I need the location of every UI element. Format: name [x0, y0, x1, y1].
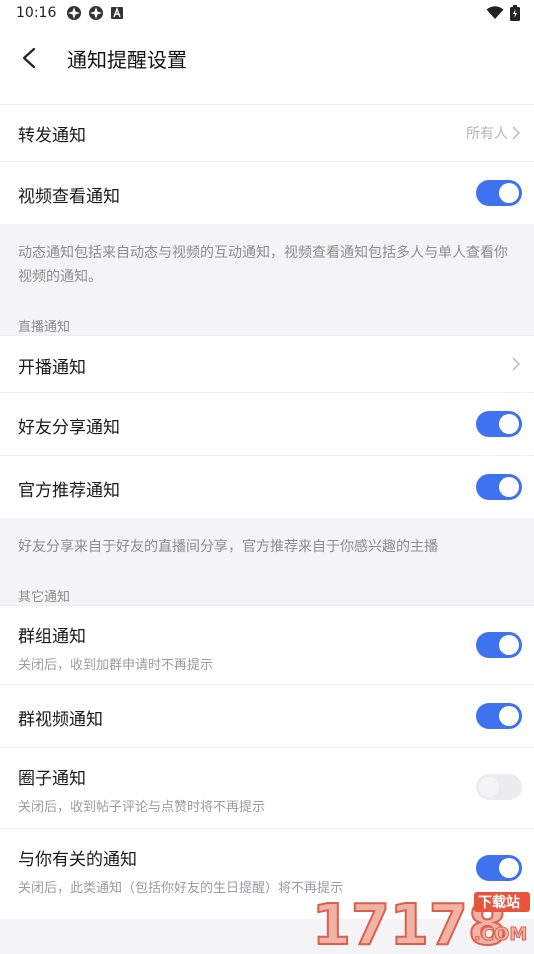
app-notification-icon: [67, 6, 81, 20]
watermark-logo: 17178 下载站 .COM: [311, 892, 530, 954]
toggle-switch[interactable]: [476, 180, 522, 206]
setting-label: 转发通知: [18, 126, 86, 146]
status-icons: [66, 5, 124, 21]
setting-label: 开播通知: [18, 358, 86, 378]
top-bar: 通知提醒设置: [0, 28, 534, 88]
setting-description: 关闭后，收到帖子评论与点赞时将不再提示: [18, 800, 266, 815]
setting-group-notification[interactable]: 群组通知 关闭后，收到加群申请时不再提示: [0, 605, 534, 684]
site-watermark: 17178 下载站 .COM: [306, 888, 534, 954]
battery-icon: [510, 5, 520, 21]
status-bar: 10:16: [0, 0, 534, 28]
setting-label: 好友分享通知: [18, 418, 120, 438]
group-note: 好友分享来自于好友的直播间分享，官方推荐来自于你感兴趣的主播: [0, 518, 534, 575]
setting-official-recommend-notification[interactable]: 官方推荐通知: [0, 455, 534, 518]
wifi-icon: [486, 6, 504, 19]
toggle-switch[interactable]: [476, 474, 522, 500]
watermark-domain: .COM: [474, 924, 527, 945]
setting-label: 圈子通知: [18, 769, 86, 789]
setting-label: 视频查看通知: [18, 187, 120, 207]
setting-forward-notification[interactable]: 转发通知 所有人: [0, 104, 534, 161]
watermark-badge: 下载站: [478, 894, 520, 911]
setting-label: 与你有关的通知: [18, 850, 137, 870]
system-icons: [486, 5, 520, 21]
toggle-switch[interactable]: [476, 703, 522, 729]
setting-value: 所有人: [466, 126, 508, 142]
setting-friend-share-notification[interactable]: 好友分享通知: [0, 392, 534, 455]
chevron-right-icon: [512, 126, 521, 140]
group-note: 动态通知包括来自动态与视频的互动通知，视频查看通知包括多人与单人查看你视频的通知…: [0, 224, 534, 305]
setting-circle-notification[interactable]: 圈子通知 关闭后，收到帖子评论与点赞时将不再提示: [0, 747, 534, 828]
back-arrow-icon[interactable]: [18, 46, 42, 70]
toggle-switch[interactable]: [476, 411, 522, 437]
setting-live-start-notification[interactable]: 开播通知: [0, 335, 534, 392]
toggle-switch[interactable]: [476, 632, 522, 658]
toggle-switch[interactable]: [476, 774, 522, 800]
chevron-right-icon: [512, 357, 521, 371]
setting-label: 群组通知: [18, 627, 86, 647]
setting-label: 官方推荐通知: [18, 481, 120, 501]
section-header-other: 其它通知: [0, 575, 534, 605]
setting-group-video-notification[interactable]: 群视频通知: [0, 684, 534, 747]
setting-video-view-notification[interactable]: 视频查看通知: [0, 161, 534, 224]
setting-description: 关闭后，此类通知（包括你好友的生日提醒）将不再提示: [18, 881, 344, 896]
app-notification-icon: [89, 6, 103, 20]
header-spacer: [0, 88, 534, 104]
status-time: 10:16: [16, 5, 57, 21]
setting-label: 群视频通知: [18, 710, 103, 730]
setting-description: 关闭后，收到加群申请时不再提示: [18, 658, 214, 673]
font-app-icon: [111, 7, 123, 19]
page-title: 通知提醒设置: [67, 48, 187, 72]
section-header-live: 直播通知: [0, 305, 534, 335]
toggle-switch[interactable]: [476, 855, 522, 881]
